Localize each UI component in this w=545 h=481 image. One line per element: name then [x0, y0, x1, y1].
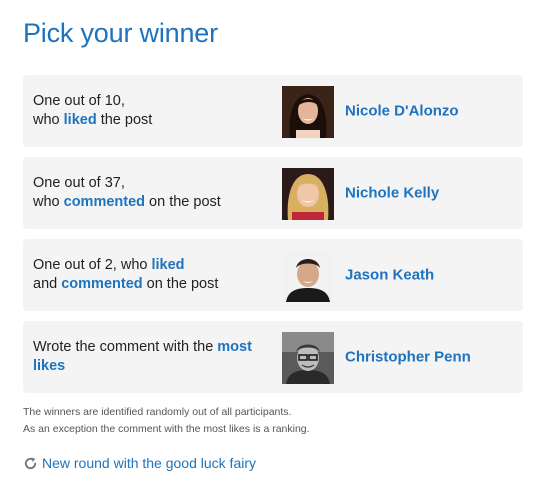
criteria-segment: the post: [96, 112, 153, 128]
highlight-text: likes: [33, 358, 66, 374]
footnote-line: As an exception the comment with the mos…: [23, 423, 310, 435]
avatar[interactable]: [282, 86, 334, 138]
winner-row-likes: One out of 10, who liked the post Nicole …: [23, 75, 523, 147]
highlight-text: commented: [61, 276, 143, 292]
criteria-segment: on the post: [145, 194, 221, 210]
footnote: The winners are identified randomly out …: [23, 404, 310, 438]
highlight-text: most: [217, 339, 252, 355]
criteria-text: Wrote the comment with the most likes: [33, 338, 273, 376]
winner-row-likes-and-comments: One out of 2, who liked and commented on …: [23, 239, 523, 311]
criteria-segment: One out of 2, who: [33, 257, 152, 273]
avatar[interactable]: [282, 168, 334, 220]
winner-name[interactable]: Jason Keath: [345, 267, 434, 284]
new-round-link[interactable]: New round with the good luck fairy: [23, 455, 256, 471]
page-title: Pick your winner: [23, 18, 218, 48]
winner-name[interactable]: Nichole Kelly: [345, 185, 439, 202]
winner-row-comments: One out of 37, who commented on the post …: [23, 157, 523, 229]
highlight-text: liked: [151, 257, 185, 273]
criteria-segment: One out of 37,: [33, 175, 125, 191]
highlight-text: commented: [63, 194, 146, 210]
highlight-text: liked: [63, 112, 97, 128]
winner-name[interactable]: Christopher Penn: [345, 349, 471, 366]
avatar[interactable]: [282, 250, 334, 302]
avatar[interactable]: [282, 332, 334, 384]
criteria-segment: who: [33, 194, 64, 210]
criteria-segment: Wrote the comment with the: [33, 339, 218, 355]
refresh-icon: [23, 456, 38, 471]
criteria-segment: One out of 10,: [33, 93, 125, 109]
winner-name[interactable]: Nicole D'Alonzo: [345, 103, 459, 120]
criteria-text: One out of 2, who liked and commented on …: [33, 256, 273, 294]
criteria-text: One out of 37, who commented on the post: [33, 174, 273, 212]
criteria-segment: on the post: [142, 276, 219, 292]
winner-row-most-likes: Wrote the comment with the most likes Chr…: [23, 321, 523, 393]
criteria-segment: who: [33, 112, 64, 128]
criteria-segment: and: [33, 276, 62, 292]
new-round-label: New round with the good luck fairy: [42, 455, 256, 471]
criteria-text: One out of 10, who liked the post: [33, 92, 273, 130]
footnote-line: The winners are identified randomly out …: [23, 406, 292, 418]
